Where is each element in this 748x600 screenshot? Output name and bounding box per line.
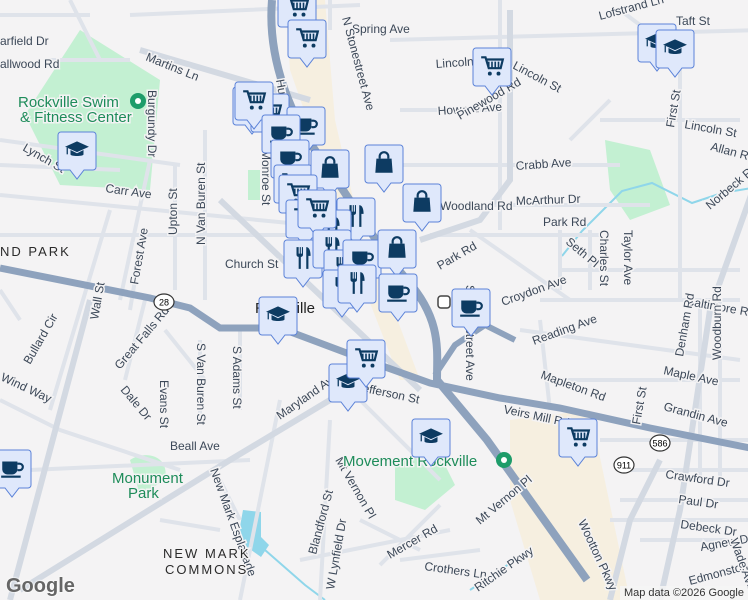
street-label: Movement Rockville [343,453,477,470]
street-label: Bullard Cir [20,311,60,367]
street-label: Park [128,485,159,502]
grad-marker[interactable] [655,29,695,78]
street-label: Woodburn Rd [710,286,724,360]
street-label: COMMONS [165,562,248,577]
metro-station-icon[interactable] [437,295,451,309]
route-shield: 911 [613,456,635,474]
street-label: Woodland Rd [440,199,513,213]
street-label: Evans St [157,380,171,429]
route-number: 28 [159,298,169,308]
park-area [605,140,670,220]
street-label: Paul Dr [678,492,720,511]
park-area [248,170,260,200]
street-label: S Van Buren St [194,343,208,425]
map-canvas[interactable]: Martins LnRockville Swim& Fitness Center… [0,0,748,600]
bag-marker[interactable] [377,229,417,278]
route-number: 911 [617,461,631,471]
bag-marker[interactable] [364,144,404,193]
street-label: Upton St [166,188,180,235]
street-label: Allan Rd [709,139,748,164]
place-pin-icon[interactable] [496,452,512,468]
route-shield: 28 [153,293,175,311]
route-shield: 586 [649,434,671,452]
street-label: Wind Way [0,370,54,406]
street-label: Burgundy Dr [145,90,159,157]
street-label: Dale Dr [118,383,155,423]
street-label: Seth Pl [563,235,602,271]
place-pin-icon[interactable] [130,93,146,109]
street-label: allwood Rd [0,57,59,71]
street-label: Crabb Ave [515,155,572,173]
street-label: Beall Ave [170,439,220,453]
street-label: Park Rd [435,239,480,273]
cup-marker[interactable] [0,449,32,498]
street-label: Lincoln St [511,58,565,95]
street-label: Taft St [676,14,711,28]
grad-marker[interactable] [258,296,298,345]
street-label: Taylor Ave [621,230,635,285]
street-label: S Adams St [230,346,244,409]
street-label: Charles St [597,230,611,287]
street-label: arfield Dr [0,34,49,48]
street-label: NEW MARK [163,546,251,561]
google-logo[interactable]: Google [6,575,75,598]
street-label: ND PARK [0,244,71,259]
street-label: First St [629,385,650,426]
street-label: Park Rd [543,215,586,229]
street-label: McArthur Dr [516,192,581,208]
street-label: & Fitness Center [20,109,132,126]
map-attribution[interactable]: Map data ©2026 Google [619,586,748,600]
bag-marker[interactable] [402,183,442,232]
street-label: Maple Ave [662,363,720,388]
street-label: Spring Ave [352,22,410,36]
street-label: Church St [225,257,279,271]
street-label: Norbeck Rd [703,161,748,212]
route-number: 586 [652,439,667,449]
